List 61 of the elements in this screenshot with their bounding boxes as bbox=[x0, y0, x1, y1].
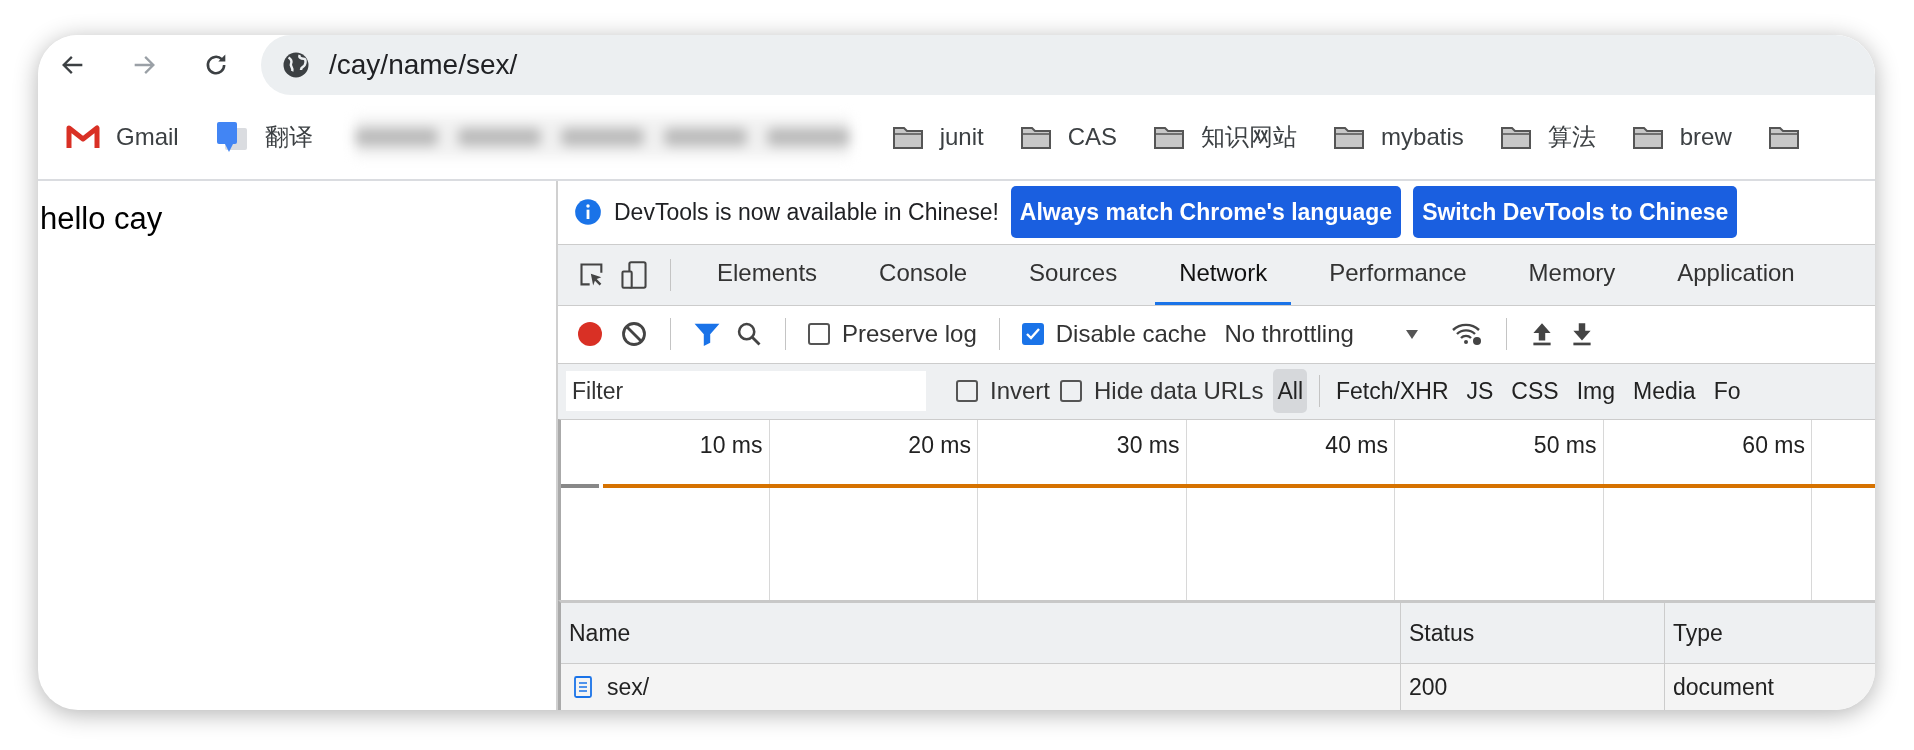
devtools-tab[interactable]: Elements bbox=[693, 244, 842, 305]
globe-icon bbox=[281, 50, 311, 80]
type-filter[interactable]: CSS bbox=[1507, 369, 1563, 414]
time-tick: 10 ms bbox=[699, 432, 763, 459]
info-icon bbox=[574, 198, 602, 227]
devtools-tab[interactable]: Network bbox=[1155, 244, 1292, 305]
url-text: /cay/name/sex/ bbox=[329, 49, 518, 81]
mail-icon bbox=[66, 124, 100, 150]
table-cell: 200 bbox=[1409, 673, 1448, 701]
info-message: DevTools is now available in Chinese! bbox=[614, 198, 999, 226]
folder-icon bbox=[1333, 124, 1366, 150]
folder-icon bbox=[1019, 124, 1052, 150]
bookmark[interactable]: 翻译 bbox=[200, 116, 327, 158]
invert-checkbox[interactable]: Invert bbox=[956, 377, 1051, 406]
hide-data-urls-checkbox[interactable]: Hide data URLs bbox=[1060, 377, 1264, 406]
bookmark[interactable]: 算法 bbox=[1485, 117, 1610, 157]
preserve-log-checkbox[interactable]: Preserve log bbox=[808, 320, 977, 349]
device-icon[interactable] bbox=[620, 259, 648, 290]
column-header[interactable]: Type bbox=[1665, 603, 1875, 663]
type-filter[interactable]: Media bbox=[1629, 369, 1700, 414]
type-filter[interactable]: JS bbox=[1462, 369, 1498, 414]
disable-cache-checkbox[interactable]: Disable cache bbox=[1021, 320, 1207, 349]
bookmark[interactable]: junit bbox=[877, 119, 998, 155]
bookmark[interactable]: CAS bbox=[1005, 119, 1132, 155]
language-button[interactable]: Always match Chrome's language bbox=[1010, 186, 1402, 239]
folder-icon bbox=[1153, 124, 1186, 150]
column-header[interactable]: Status bbox=[1401, 603, 1665, 663]
bookmark[interactable]: mybatis bbox=[1319, 119, 1478, 155]
time-tick: 40 ms bbox=[1325, 432, 1388, 459]
column-header[interactable]: Name bbox=[561, 603, 1401, 663]
table-cell: document bbox=[1673, 673, 1774, 701]
time-tick: 50 ms bbox=[1533, 432, 1597, 459]
type-filter[interactable]: Fetch/XHR bbox=[1332, 369, 1453, 414]
folder-icon bbox=[1631, 124, 1664, 150]
request-name[interactable]: sex/ bbox=[607, 673, 650, 701]
devtools-tab[interactable]: Application bbox=[1653, 244, 1819, 305]
devtools-tab[interactable]: Memory bbox=[1504, 244, 1640, 305]
time-tick: 60 ms bbox=[1742, 432, 1805, 459]
document-icon bbox=[573, 675, 593, 699]
clear-icon[interactable] bbox=[620, 320, 648, 349]
devtools-tab[interactable]: Sources bbox=[1005, 244, 1142, 305]
time-tick: 20 ms bbox=[908, 432, 971, 459]
page-text: hello cay bbox=[40, 201, 163, 236]
type-filter[interactable]: All bbox=[1273, 369, 1307, 414]
folder-icon bbox=[1499, 124, 1532, 150]
folder-icon bbox=[1767, 124, 1800, 150]
language-button[interactable]: Switch DevTools to Chinese bbox=[1413, 186, 1738, 239]
devtools-tab[interactable]: Console bbox=[855, 244, 992, 305]
type-filter[interactable]: Fo bbox=[1709, 369, 1745, 414]
bookmark[interactable]: Gmail bbox=[52, 119, 193, 155]
time-tick: 30 ms bbox=[1116, 432, 1180, 459]
bookmark[interactable]: 知识网站 bbox=[1139, 117, 1312, 157]
throttling-dropdown[interactable]: No throttling bbox=[1220, 320, 1436, 349]
folder-icon bbox=[891, 124, 924, 150]
type-filter[interactable]: Img bbox=[1572, 369, 1619, 414]
filter-field[interactable]: Filter bbox=[566, 371, 926, 412]
waterfall-bar bbox=[561, 484, 599, 488]
address-bar[interactable]: /cay/name/sex/ bbox=[261, 35, 1875, 95]
devtools-tab[interactable]: Performance bbox=[1305, 244, 1491, 305]
bookmark[interactable]: brew bbox=[1617, 119, 1746, 155]
translate-icon bbox=[214, 120, 249, 154]
